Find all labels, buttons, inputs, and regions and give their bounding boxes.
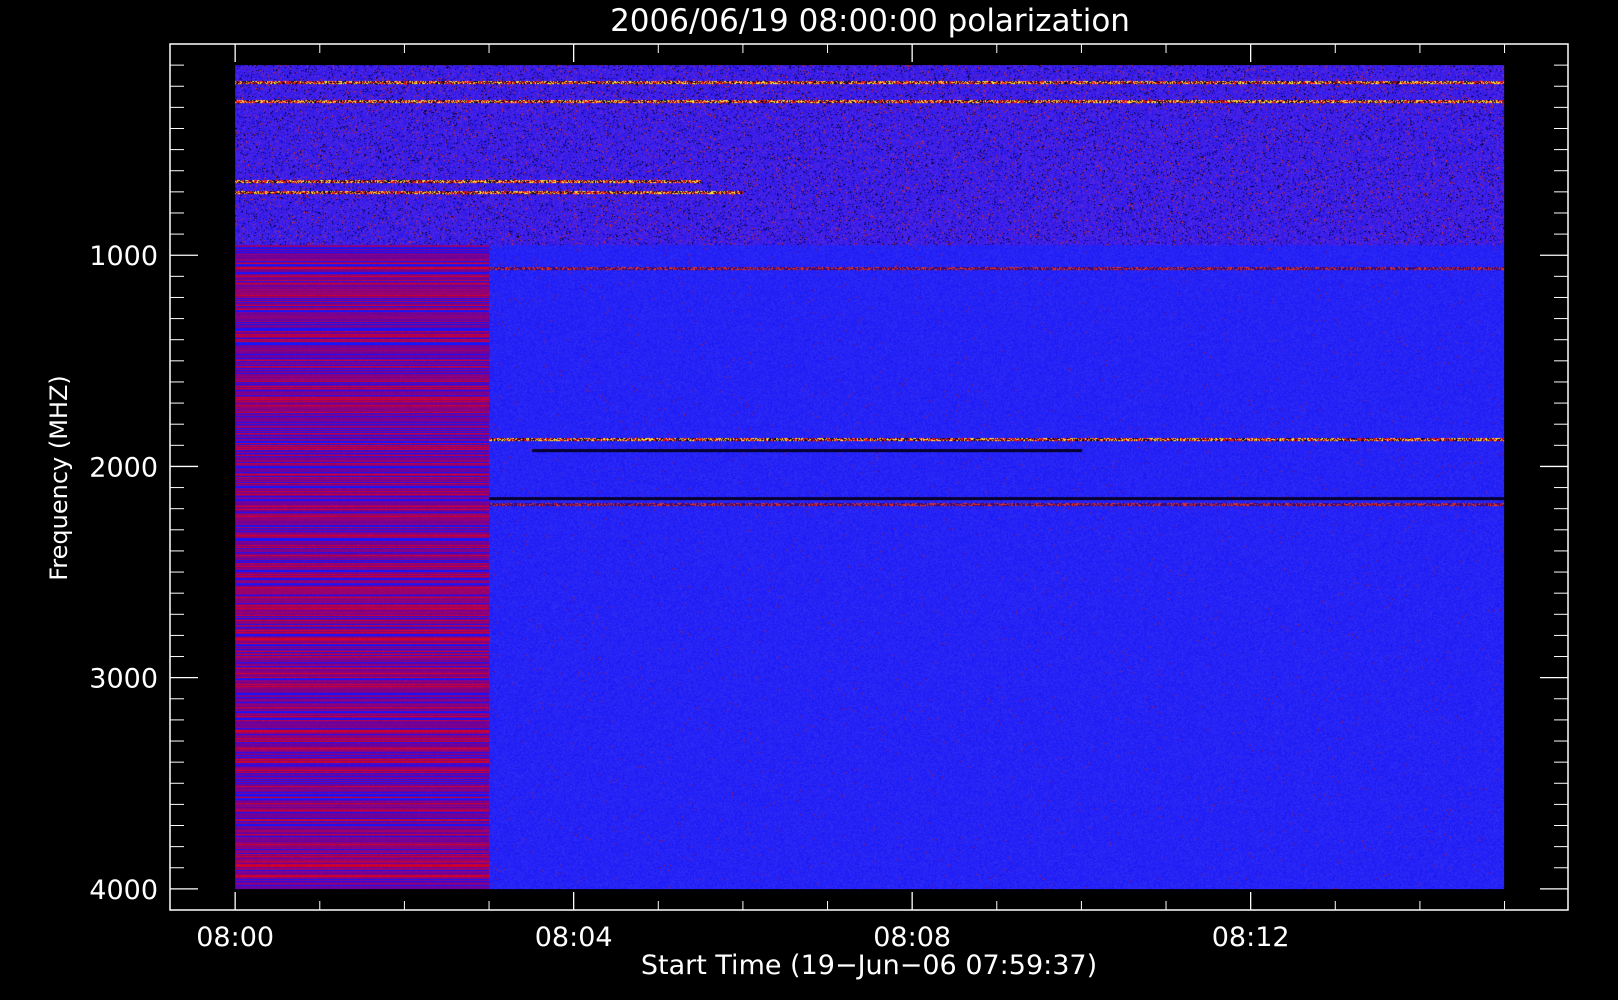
x-tick-label: 08:04	[535, 922, 613, 953]
chart-title: 2006/06/19 08:00:00 polarization	[610, 3, 1130, 39]
x-tick-label: 08:00	[196, 922, 274, 953]
x-tick-label: 08:12	[1212, 922, 1290, 953]
x-axis-label: Start Time (19−Jun−06 07:59:37)	[641, 950, 1097, 981]
x-tick-label: 08:08	[873, 922, 951, 953]
plot-area	[235, 65, 1505, 890]
spectrogram-chart: 2006/06/19 08:00:00 polarization 08:00 08…	[0, 0, 1618, 1000]
spectrogram-image	[235, 65, 1505, 890]
y-tick-label: 1000	[89, 241, 158, 272]
y-tick-label: 3000	[89, 664, 158, 695]
y-tick-label: 4000	[89, 875, 158, 906]
y-tick-label: 2000	[89, 452, 158, 483]
y-axis-label: Frequency (MHZ)	[45, 375, 73, 581]
